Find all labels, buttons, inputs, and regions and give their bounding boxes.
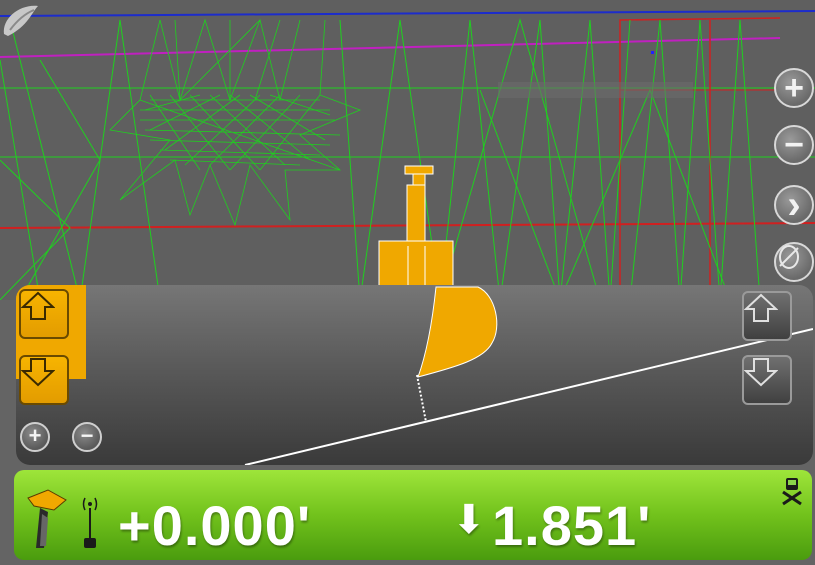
cut-fill-down-arrow-icon: ⬇ bbox=[452, 498, 486, 542]
machine-status-icon[interactable] bbox=[780, 476, 804, 506]
leaf-logo-icon bbox=[3, 5, 39, 36]
minus-icon: − bbox=[784, 125, 804, 164]
up-arrow-icon bbox=[744, 293, 778, 322]
view-toggle-button[interactable] bbox=[774, 242, 814, 282]
zoom-in-button[interactable]: + bbox=[774, 68, 814, 108]
profile-view-panel[interactable]: + − bbox=[16, 285, 813, 465]
lower-button[interactable] bbox=[19, 355, 69, 405]
excavator-icon bbox=[378, 165, 454, 288]
chevron-right-icon: › bbox=[787, 183, 801, 227]
up-arrow-icon bbox=[21, 291, 55, 320]
guidance-status-bar: +0.000' ⬇ 1.851' bbox=[14, 470, 812, 560]
next-view-button[interactable]: › bbox=[774, 185, 814, 225]
plus-icon: + bbox=[784, 68, 804, 107]
profile-zoom-out-button[interactable]: − bbox=[72, 422, 102, 452]
down-arrow-icon bbox=[21, 358, 55, 387]
cut-fill-readout: 1.851' bbox=[492, 494, 652, 557]
plan-view-map[interactable]: + − › bbox=[0, 0, 815, 300]
down-arrow-icon bbox=[744, 358, 778, 387]
elevation-offset-readout: +0.000' bbox=[118, 494, 312, 557]
offset-up-button[interactable] bbox=[742, 291, 792, 341]
raise-button[interactable] bbox=[19, 289, 69, 339]
minus-icon: − bbox=[80, 423, 94, 448]
profile-zoom-in-button[interactable]: + bbox=[20, 422, 50, 452]
offset-down-button[interactable] bbox=[742, 355, 792, 405]
view-toggle-icon bbox=[779, 245, 799, 269]
profile-graphic bbox=[244, 286, 813, 465]
excavator-bucket-icon bbox=[27, 489, 67, 548]
plus-icon: + bbox=[28, 423, 42, 448]
zoom-out-button[interactable]: − bbox=[774, 125, 814, 165]
antenna-icon bbox=[82, 497, 98, 548]
